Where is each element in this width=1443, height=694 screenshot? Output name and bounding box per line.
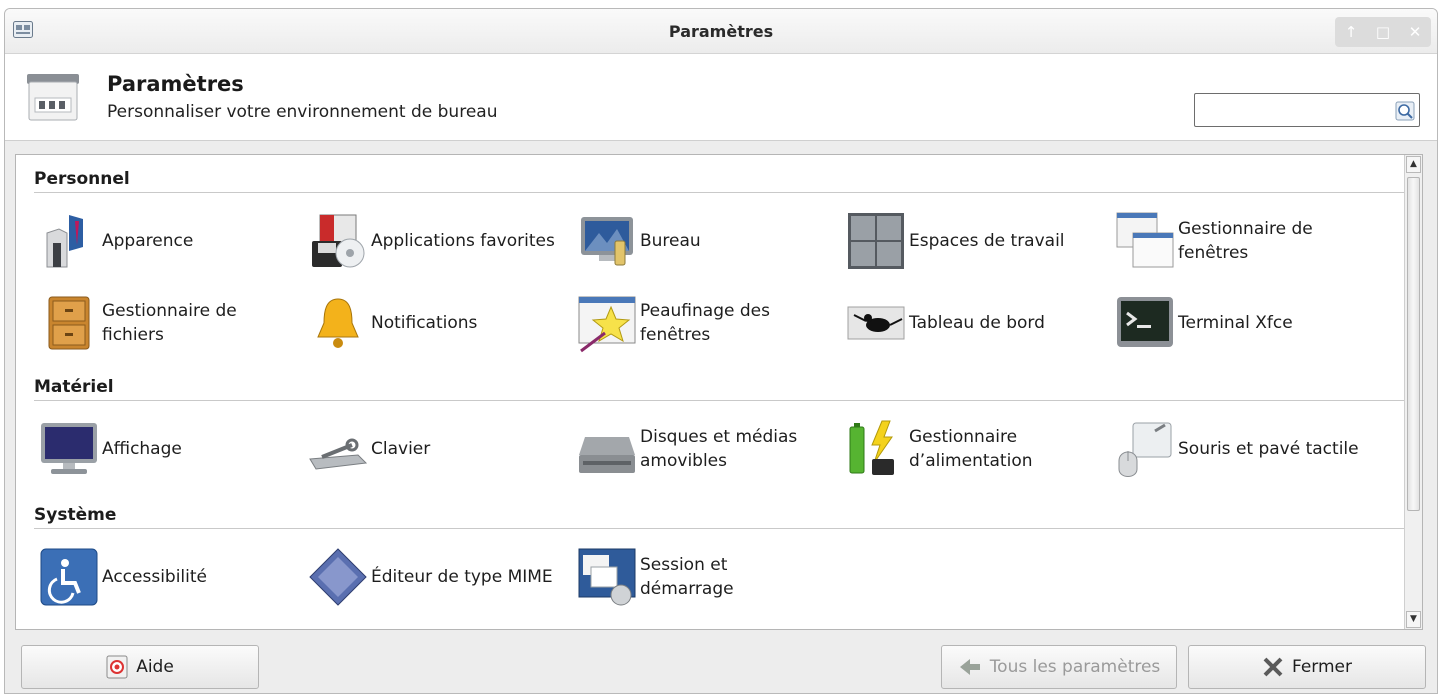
bell-icon <box>317 298 359 348</box>
setting-label: Peaufinage des fenêtres <box>640 301 770 345</box>
help-label: Aide <box>136 657 174 677</box>
desktop-icon <box>581 217 633 266</box>
setting-label: Applications favorites <box>371 231 555 251</box>
setting-label: Apparence <box>102 231 194 251</box>
window-manager-icon <box>1116 212 1174 268</box>
setting-keyboard[interactable]: Clavier <box>305 417 567 481</box>
display-icon <box>41 423 97 474</box>
setting-label: Espaces de travail <box>909 231 1065 251</box>
window-title: Paramètres <box>668 22 774 41</box>
setting-label: Notifications <box>371 313 478 333</box>
help-icon <box>106 655 128 679</box>
header-subtitle: Personnaliser votre environnement de bur… <box>107 102 498 122</box>
all-settings-label: Tous les paramètres <box>989 657 1161 677</box>
setting-label: Accessibilité <box>102 567 208 587</box>
setting-label: Souris et pavé tactile <box>1178 439 1359 459</box>
preferred-applications-icon <box>312 214 365 268</box>
maximize-button[interactable]: □ <box>1372 23 1394 41</box>
section-title-systeme: Système <box>34 505 117 525</box>
workspaces-icon <box>848 213 904 269</box>
all-settings-button[interactable]: Tous les paramètres <box>941 645 1177 689</box>
close-button[interactable]: Fermer <box>1188 645 1426 689</box>
shade-button[interactable]: ↑ <box>1340 23 1362 41</box>
setting-label: Session et démarrage <box>640 555 734 599</box>
search-icon[interactable] <box>1395 101 1415 121</box>
setting-label: Bureau <box>640 231 701 251</box>
close-icon <box>1263 657 1283 677</box>
back-arrow-icon <box>959 659 980 675</box>
setting-label: Gestionnaire de fenêtres <box>1178 219 1313 263</box>
setting-appearance[interactable]: Apparence <box>36 209 298 273</box>
setting-session-startup[interactable]: Session et démarrage <box>574 545 836 609</box>
setting-power-manager[interactable]: Gestionnaire d’alimentation <box>843 417 1105 481</box>
scroll-up-button[interactable]: ▲ <box>1406 156 1421 173</box>
terminal-icon <box>1117 297 1173 347</box>
search-input[interactable] <box>1199 98 1393 124</box>
setting-window-tweaks[interactable]: Peaufinage des fenêtres <box>574 291 836 355</box>
section-divider <box>34 192 1404 193</box>
scroll-thumb[interactable] <box>1407 177 1420 511</box>
keyboard-icon <box>309 438 368 470</box>
setting-window-manager[interactable]: Gestionnaire de fenêtres <box>1112 209 1374 273</box>
scroll-down-button[interactable]: ▼ <box>1406 611 1421 628</box>
settings-window: Paramètres ↑ □ ✕ Paramètres Personnalise… <box>4 8 1438 694</box>
search-box[interactable] <box>1194 93 1420 127</box>
setting-label: Éditeur de type MIME <box>371 567 553 587</box>
setting-label: Terminal Xfce <box>1178 313 1293 333</box>
vertical-scrollbar[interactable]: ▲ ▼ <box>1404 155 1422 629</box>
appearance-icon <box>46 215 83 268</box>
file-manager-icon <box>48 296 90 350</box>
setting-label: Tableau de bord <box>909 313 1045 333</box>
section-divider <box>34 528 1404 529</box>
header-title: Paramètres <box>107 72 244 96</box>
section-title-materiel: Matériel <box>34 377 114 397</box>
setting-accessibility[interactable]: Accessibilité <box>36 545 298 609</box>
setting-label: Disques et médias amovibles <box>640 427 798 471</box>
setting-label: Affichage <box>102 439 182 459</box>
panel-icon <box>847 306 905 340</box>
title-bar[interactable]: Paramètres ↑ □ ✕ <box>5 9 1437 54</box>
window-tweaks-icon <box>578 296 636 353</box>
close-label: Fermer <box>1291 657 1352 677</box>
mime-editor-icon <box>309 548 367 606</box>
setting-mouse-touchpad[interactable]: Souris et pavé tactile <box>1112 417 1374 481</box>
setting-panel[interactable]: Tableau de bord <box>843 291 1105 355</box>
section-divider <box>34 400 1404 401</box>
section-title-personnel: Personnel <box>34 169 130 189</box>
removable-drive-icon <box>579 437 635 473</box>
setting-removable-drives[interactable]: Disques et médias amovibles <box>574 417 836 481</box>
help-button[interactable]: Aide <box>21 645 259 689</box>
setting-mime-editor[interactable]: Éditeur de type MIME <box>305 545 567 609</box>
settings-list[interactable]: Personnel Apparence Applications favorit… <box>15 154 1423 630</box>
setting-terminal[interactable]: Terminal Xfce <box>1112 291 1374 355</box>
setting-label: Clavier <box>371 439 431 459</box>
setting-preferred-applications[interactable]: Applications favorites <box>305 209 567 273</box>
session-startup-icon <box>578 548 636 606</box>
power-manager-icon <box>849 420 894 475</box>
settings-manager-icon <box>27 74 79 121</box>
setting-notifications[interactable]: Notifications <box>305 291 567 355</box>
setting-label: Gestionnaire d’alimentation <box>909 427 1033 471</box>
setting-label: Gestionnaire de fichiers <box>102 301 237 345</box>
setting-file-manager[interactable]: Gestionnaire de fichiers <box>36 291 298 355</box>
setting-workspaces[interactable]: Espaces de travail <box>843 209 1105 273</box>
setting-desktop[interactable]: Bureau <box>574 209 836 273</box>
setting-display[interactable]: Affichage <box>36 417 298 481</box>
header: Paramètres Personnaliser votre environne… <box>5 54 1437 141</box>
window-controls: ↑ □ ✕ <box>1335 17 1431 47</box>
mouse-icon <box>1118 422 1172 477</box>
accessibility-icon <box>40 548 98 606</box>
close-window-button[interactable]: ✕ <box>1404 23 1426 41</box>
